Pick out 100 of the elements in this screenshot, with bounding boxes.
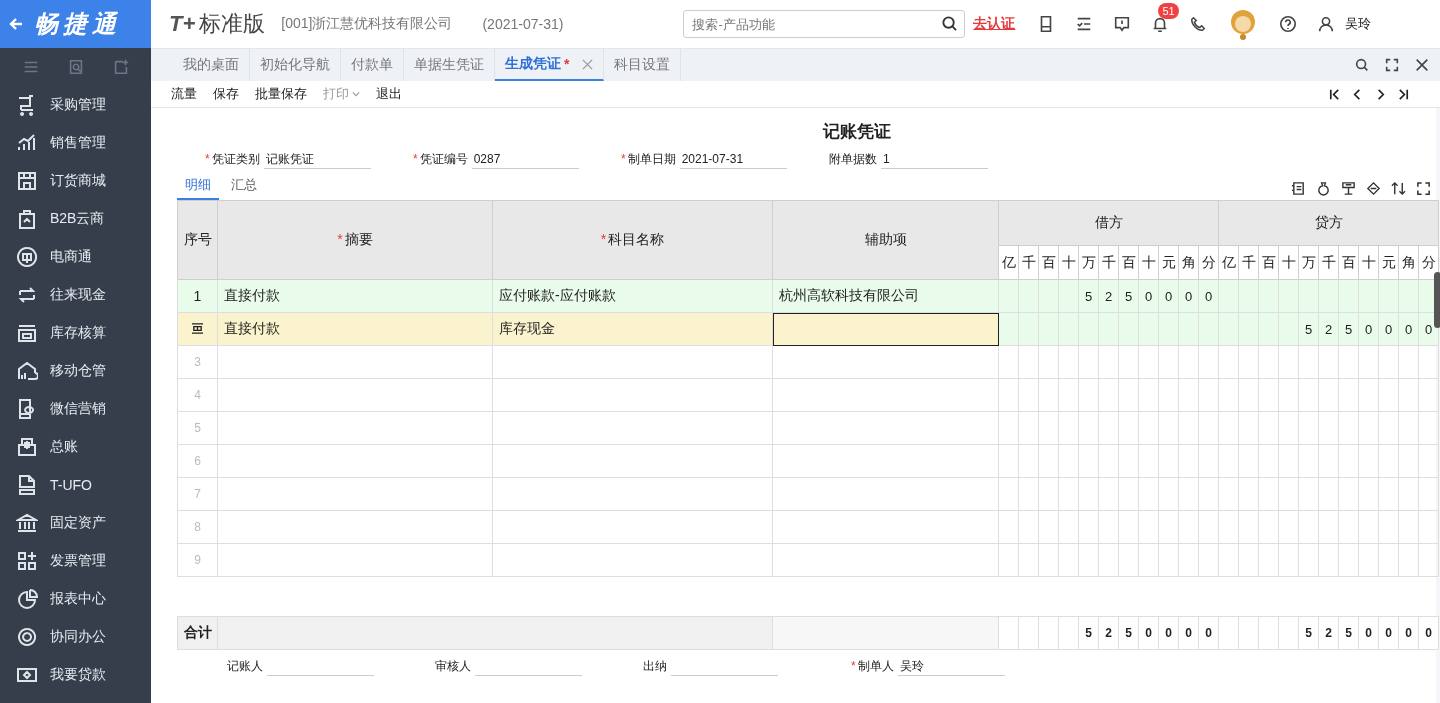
row-number: 6 — [194, 454, 201, 468]
money-bag-icon[interactable] — [1316, 181, 1331, 196]
sidebar-item[interactable]: 总账 — [0, 428, 151, 466]
sidebar-item[interactable]: 报表中心 — [0, 580, 151, 618]
document-icon[interactable] — [1291, 181, 1306, 196]
tab[interactable]: 汇总 — [223, 176, 265, 200]
amount-digit: 5 — [1084, 288, 1093, 304]
bank-icon — [16, 512, 38, 534]
sidebar-item[interactable]: 移动仓管 — [0, 352, 151, 390]
field-label: 凭证类别 — [211, 150, 260, 168]
sidebar-item[interactable]: 微信营销 — [0, 390, 151, 428]
sidebar-item[interactable]: 销售管理 — [0, 124, 151, 162]
field-label: 制单人 — [857, 657, 894, 675]
search-field[interactable]: 搜索-产品功能 — [683, 10, 966, 38]
sidebar-item[interactable]: 电商通 — [0, 238, 151, 276]
column-header: 借方 — [998, 200, 1219, 246]
last-page-icon[interactable] — [1397, 87, 1410, 101]
sidebar-item[interactable]: 订货商城 — [0, 162, 151, 200]
notification-badge: 51 — [1158, 3, 1179, 19]
fullscreen-icon[interactable] — [1416, 181, 1431, 196]
amount-digit: 0 — [1405, 626, 1412, 640]
row-number: 3 — [194, 355, 201, 369]
verify-link[interactable]: 去认证 — [973, 15, 1016, 33]
brand-name: 畅捷通 — [34, 9, 121, 39]
field-label: 凭证编号 — [419, 150, 468, 168]
amount-digit: 5 — [1344, 321, 1353, 337]
warehouse-icon — [16, 360, 38, 382]
toolbar-button[interactable]: 退出 — [370, 83, 408, 105]
help-icon[interactable] — [1279, 15, 1298, 33]
sidebar-item[interactable]: B2B云商 — [0, 200, 151, 238]
sidebar-item[interactable]: 固定资产 — [0, 504, 151, 542]
input-field[interactable]: 2021-07-31 — [679, 149, 787, 169]
amount-digit: 0 — [1364, 321, 1373, 337]
search-icon[interactable] — [1354, 57, 1370, 73]
input-field[interactable]: 0287 — [471, 149, 579, 169]
amount-digit: 5 — [1124, 288, 1133, 304]
total-label: 合计 — [184, 624, 212, 640]
voucher-title: 记账凭证 — [821, 121, 892, 143]
user-name[interactable]: 吴玲 — [1345, 15, 1372, 33]
account-date: (2021-07-31) — [482, 16, 564, 32]
amount-digit: 0 — [1424, 321, 1433, 337]
message-icon[interactable] — [1113, 15, 1132, 33]
toolbar-button[interactable]: 批量保存 — [249, 83, 313, 105]
file-icon — [16, 474, 38, 496]
amount-digit: 0 — [1385, 626, 1392, 640]
amount-digit: 0 — [1365, 626, 1372, 640]
required-mark: * — [851, 659, 856, 673]
row-number: 9 — [194, 553, 201, 567]
sidebar-item[interactable]: 往来现金 — [0, 276, 151, 314]
diamond-arrow-icon[interactable] — [1366, 181, 1381, 196]
sidebar-item[interactable]: 我要贷款 — [0, 656, 151, 694]
close-icon[interactable] — [1414, 57, 1430, 73]
drawer-icon — [16, 322, 38, 344]
input-field[interactable]: 1 — [881, 149, 988, 169]
amount-digit: 2 — [1105, 626, 1112, 640]
sidebar-item[interactable]: 协同办公 — [0, 618, 151, 656]
caret-icon — [352, 91, 360, 97]
required-mark: * — [621, 152, 626, 166]
amount-digit: 2 — [1325, 626, 1332, 640]
field-label: 出纳 — [643, 657, 667, 675]
required-mark: * — [205, 152, 210, 166]
search-icon[interactable] — [941, 15, 959, 32]
column-header: *摘要 — [217, 200, 493, 280]
row-number: 7 — [194, 487, 201, 501]
input-field[interactable]: 记账凭证 — [263, 149, 371, 169]
table-cell: 直接付款 — [224, 320, 280, 336]
sidebar-item[interactable]: 发票管理 — [0, 542, 151, 580]
bag-icon — [16, 208, 38, 230]
toolbar-button[interactable]: 保存 — [207, 83, 245, 105]
user-icon[interactable] — [1317, 15, 1336, 33]
amount-digit: 5 — [1345, 626, 1352, 640]
column-header: 贷方 — [1218, 200, 1439, 246]
amount-digit: 5 — [1125, 626, 1132, 640]
back-arrow-icon[interactable] — [8, 16, 24, 32]
sidebar-item[interactable]: 库存核算 — [0, 314, 151, 352]
sidebar-item[interactable]: 采购管理 — [0, 86, 151, 124]
column-header: 辅助项 — [772, 200, 999, 280]
amount-digit: 2 — [1104, 288, 1113, 304]
scrollbar-thumb[interactable] — [1434, 272, 1440, 328]
amount-digit: 0 — [1185, 626, 1192, 640]
ledger-icon — [16, 436, 38, 458]
amount-digit: 2 — [1324, 321, 1333, 337]
input-field[interactable]: 吴玲 — [897, 656, 1005, 676]
table-cell: 直接付款 — [224, 287, 280, 303]
amount-digit: 0 — [1425, 626, 1432, 640]
amount-digit: 0 — [1164, 288, 1173, 304]
signpost-icon[interactable] — [1341, 181, 1356, 196]
row-number: 4 — [194, 388, 201, 402]
edit-row-icon — [191, 323, 204, 334]
phone-icon[interactable] — [1189, 15, 1208, 33]
amount-digit: 5 — [1085, 626, 1092, 640]
sidebar-item[interactable]: T-UFO — [0, 466, 151, 504]
row-number: 8 — [194, 520, 201, 534]
swap-icon[interactable] — [1391, 181, 1406, 196]
toolbar-button[interactable]: 流量 — [165, 83, 203, 105]
product-logo: T+ — [169, 11, 196, 37]
first-page-icon[interactable] — [1328, 87, 1341, 101]
amount-digit: 0 — [1404, 321, 1413, 337]
fullscreen-icon[interactable] — [1384, 57, 1400, 73]
input-field[interactable] — [772, 312, 999, 346]
